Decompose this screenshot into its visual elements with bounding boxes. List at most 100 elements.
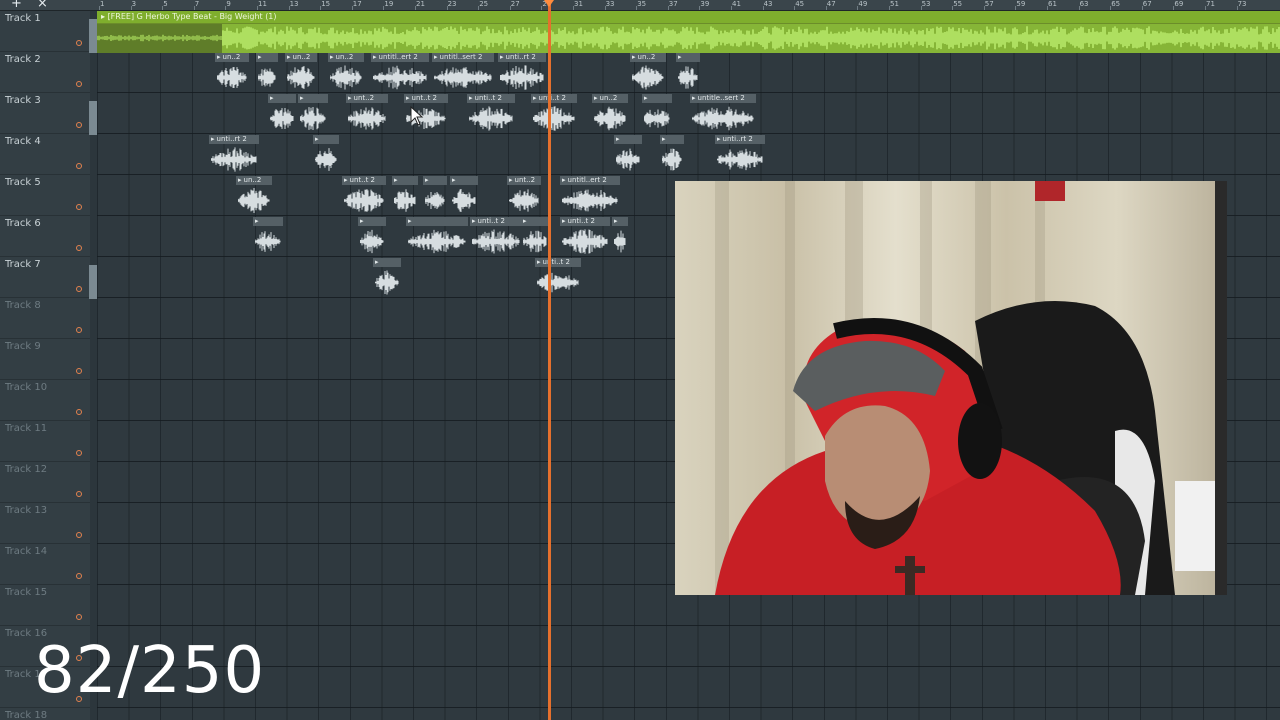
record-arm-icon[interactable] xyxy=(76,204,82,210)
audio-clip[interactable]: ▸ un..2 xyxy=(328,53,364,92)
record-arm-icon[interactable] xyxy=(76,532,82,538)
audio-clip[interactable]: ▸ xyxy=(313,135,339,174)
audio-clip[interactable]: ▸ unt..2 xyxy=(346,94,388,133)
audio-clip[interactable]: ▸ unti..t 2 xyxy=(470,217,522,256)
clip-handle-icon: ▸ xyxy=(373,53,377,61)
track-header-row[interactable]: Track 12 xyxy=(0,462,90,503)
clip-handle-icon: ▸ xyxy=(472,217,476,225)
track-header-row[interactable]: Track 15 xyxy=(0,585,90,626)
audio-clip[interactable]: ▸ un..2 xyxy=(236,176,272,215)
track-header-row[interactable]: Track 5 xyxy=(0,175,90,216)
record-arm-icon[interactable] xyxy=(76,122,82,128)
track-name: Track 14 xyxy=(5,546,48,557)
track-header-row[interactable]: Track 10 xyxy=(0,380,90,421)
audio-clip[interactable]: ▸ unti..t 2 xyxy=(531,94,577,133)
track-header-row[interactable]: Track 9 xyxy=(0,339,90,380)
audio-clip[interactable]: ▸ un..2 xyxy=(630,53,666,92)
audio-clip[interactable]: ▸ xyxy=(521,217,549,256)
audio-clip[interactable]: ▸ xyxy=(392,176,418,215)
clip-waveform xyxy=(523,229,547,254)
clip-header: ▸ untitl..ert 2 xyxy=(560,176,620,185)
track-header-row[interactable]: Track 1 xyxy=(0,11,90,52)
track-grip-handle[interactable] xyxy=(89,19,97,53)
track-grip-handle[interactable] xyxy=(89,265,97,299)
record-arm-icon[interactable] xyxy=(76,245,82,251)
record-arm-icon[interactable] xyxy=(76,409,82,415)
ruler-tick-mark xyxy=(1078,6,1080,10)
track-name: Track 3 xyxy=(5,95,41,106)
clip-header: ▸ xyxy=(612,217,628,226)
clip-label: un..2 xyxy=(222,53,241,61)
ruler-tick-mark xyxy=(920,6,922,10)
record-arm-icon[interactable] xyxy=(76,163,82,169)
record-arm-icon[interactable] xyxy=(76,81,82,87)
audio-clip[interactable]: ▸ xyxy=(660,135,684,174)
ruler-tick-label: 31 xyxy=(574,0,583,8)
record-arm-icon[interactable] xyxy=(76,573,82,579)
audio-clip[interactable]: ▸ xyxy=(642,94,672,133)
audio-clip[interactable]: ▸ xyxy=(406,217,468,256)
audio-clip[interactable]: ▸ un..2 xyxy=(285,53,317,92)
clip-waveform xyxy=(238,188,270,213)
audio-clip[interactable]: ▸ unti..rt 2 xyxy=(498,53,546,92)
ruler-tick-label: 69 xyxy=(1174,0,1184,8)
audio-clip[interactable]: ▸ un..2 xyxy=(215,53,249,92)
beat-audio-clip[interactable]: ▸ [FREE] G Herbo Type Beat - Big Weight … xyxy=(96,11,1280,53)
record-arm-icon[interactable] xyxy=(76,491,82,497)
audio-clip[interactable]: ▸ xyxy=(614,135,642,174)
audio-clip[interactable]: ▸ xyxy=(298,94,328,133)
track-header-row[interactable]: Track 13 xyxy=(0,503,90,544)
clip-handle-icon: ▸ xyxy=(562,217,566,225)
audio-clip[interactable]: ▸ xyxy=(358,217,386,256)
audio-clip[interactable]: ▸ untitl..sert 2 xyxy=(432,53,494,92)
audio-clip[interactable]: ▸ xyxy=(450,176,478,215)
audio-clip[interactable]: ▸ untitle..sert 2 xyxy=(690,94,756,133)
audio-clip[interactable]: ▸ unti..t 2 xyxy=(467,94,515,133)
clip-header: ▸ xyxy=(521,217,549,226)
playhead-line[interactable] xyxy=(548,0,551,720)
close-icon[interactable]: × xyxy=(37,0,48,11)
audio-clip[interactable]: ▸ xyxy=(253,217,283,256)
audio-clip[interactable]: ▸ un..2 xyxy=(592,94,628,133)
track-grip-handle[interactable] xyxy=(89,101,97,135)
playhead-marker-icon[interactable] xyxy=(544,0,554,7)
audio-clip[interactable]: ▸ unt..2 xyxy=(507,176,541,215)
clip-waveform xyxy=(509,188,539,213)
track-header-row[interactable]: Track 7 xyxy=(0,257,90,298)
ruler-tick-mark xyxy=(825,6,827,10)
record-arm-icon[interactable] xyxy=(76,614,82,620)
audio-clip[interactable]: ▸ xyxy=(268,94,296,133)
clip-header: ▸ xyxy=(660,135,684,144)
audio-clip[interactable]: ▸ xyxy=(612,217,628,256)
audio-clip[interactable]: ▸ xyxy=(256,53,278,92)
ruler-tick-mark xyxy=(415,6,416,10)
audio-clip[interactable]: ▸ unti..rt 2 xyxy=(715,135,765,174)
audio-clip[interactable]: ▸ xyxy=(676,53,700,92)
record-arm-icon[interactable] xyxy=(76,368,82,374)
plus-icon[interactable]: + xyxy=(11,0,22,11)
record-arm-icon[interactable] xyxy=(76,40,82,46)
track-header-row[interactable]: Track 2 xyxy=(0,52,90,93)
audio-clip[interactable]: ▸ untitl..ert 2 xyxy=(560,176,620,215)
track-header-row[interactable]: Track 6 xyxy=(0,216,90,257)
record-arm-icon[interactable] xyxy=(76,286,82,292)
track-header-row[interactable]: Track 3 xyxy=(0,93,90,134)
audio-clip[interactable]: ▸ untitl..ert 2 xyxy=(371,53,429,92)
track-header-row[interactable]: Track 4 xyxy=(0,134,90,175)
audio-clip[interactable]: ▸ xyxy=(373,258,401,297)
timeline-ruler[interactable]: + × 1 3 5 7 9 11 13 15 17 19 21 23 25 27 29 31 33 35 37 39 4… xyxy=(0,0,1280,11)
audio-clip[interactable]: ▸ unti..t 2 xyxy=(535,258,581,297)
clip-waveform xyxy=(300,106,326,131)
audio-clip[interactable]: ▸ unti..rt 2 xyxy=(209,135,259,174)
track-header-row[interactable]: Track 11 xyxy=(0,421,90,462)
audio-clip[interactable]: ▸ unt..t 2 xyxy=(342,176,386,215)
audio-clip[interactable]: ▸ unti..t 2 xyxy=(560,217,610,256)
track-header-row[interactable]: Track 14 xyxy=(0,544,90,585)
webcam-overlay xyxy=(675,181,1227,595)
record-arm-icon[interactable] xyxy=(76,450,82,456)
ruler-tick-mark xyxy=(857,6,859,10)
track-header-row[interactable]: Track 8 xyxy=(0,298,90,339)
record-arm-icon[interactable] xyxy=(76,327,82,333)
audio-clip[interactable]: ▸ xyxy=(423,176,447,215)
ruler-tick-label: 45 xyxy=(795,0,805,8)
